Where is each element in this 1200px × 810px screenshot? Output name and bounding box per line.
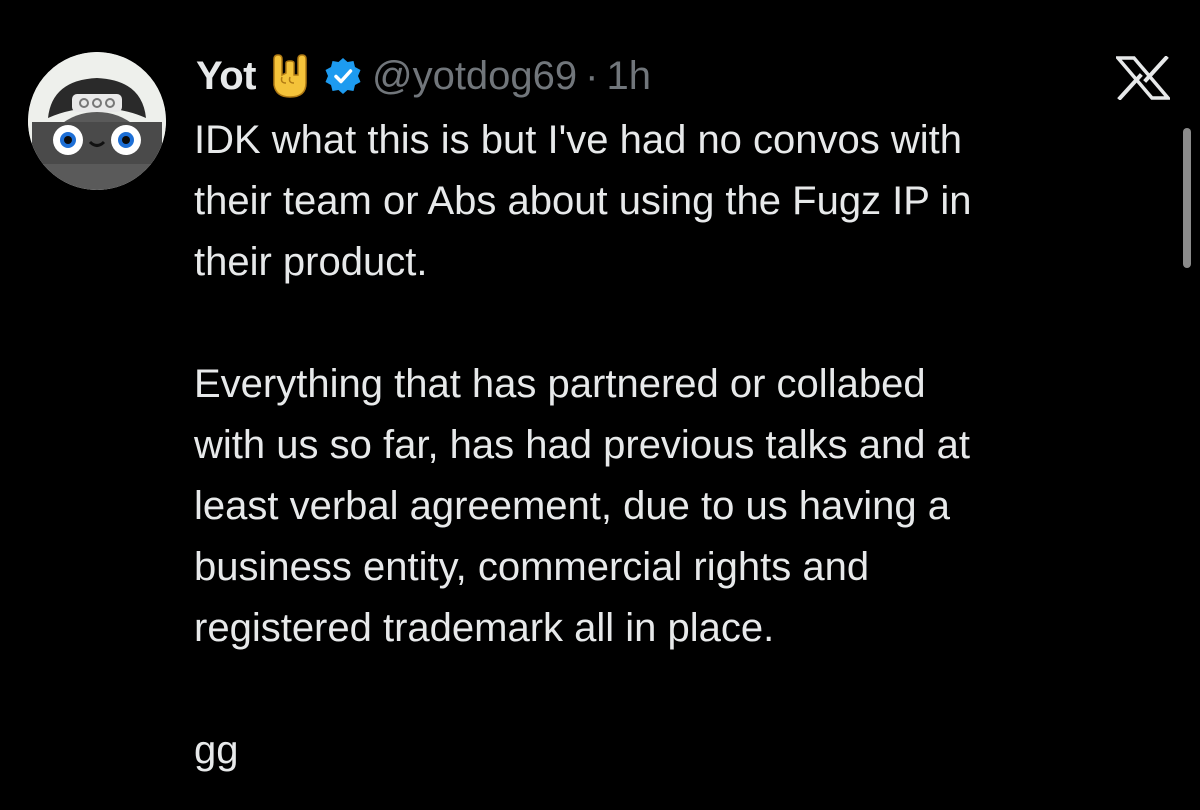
scrollbar[interactable] <box>1183 128 1191 268</box>
tweet: Yot @yotdog69 · 1h IDK what this is but … <box>0 0 1200 810</box>
tweet-line: with us so far, has had previous talks a… <box>194 423 970 467</box>
timestamp[interactable]: 1h <box>607 54 652 99</box>
tweet-line: registered trademark all in place. <box>194 606 775 650</box>
x-logo-icon[interactable] <box>1116 56 1170 100</box>
tweet-text: IDK what this is but I've had no convos … <box>194 110 1154 781</box>
avatar[interactable] <box>28 52 166 190</box>
tweet-line: Everything that has partnered or collabe… <box>194 362 926 406</box>
tweet-line: their product. <box>194 240 428 284</box>
tweet-line: their team or Abs about using the Fugz I… <box>194 179 972 223</box>
separator-dot: · <box>585 53 599 98</box>
author-handle[interactable]: @yotdog69 <box>372 54 577 99</box>
display-name[interactable]: Yot <box>196 54 256 99</box>
tweet-line: business entity, commercial rights and <box>194 545 870 589</box>
tweet-line: IDK what this is but I've had no convos … <box>194 118 963 162</box>
tweet-header: Yot @yotdog69 · 1h <box>196 50 651 102</box>
tweet-line: least verbal agreement, due to us having… <box>194 484 951 528</box>
verified-badge-icon <box>324 57 362 95</box>
sign-of-the-horns-emoji-icon <box>268 53 308 99</box>
avatar-image <box>28 52 166 190</box>
tweet-line: gg <box>194 728 239 772</box>
